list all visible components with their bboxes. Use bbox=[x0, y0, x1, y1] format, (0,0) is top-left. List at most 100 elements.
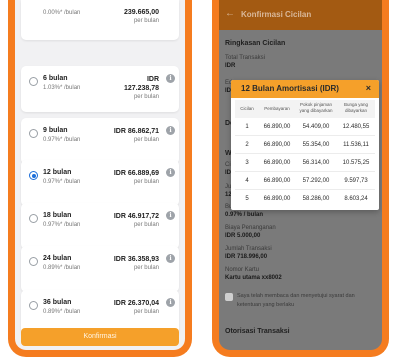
option-tenor: 12 bulan bbox=[43, 169, 72, 176]
option-tenor: 24 bulan bbox=[43, 255, 72, 262]
cell-bunga: 8.603,24 bbox=[344, 196, 368, 202]
radio-button[interactable] bbox=[29, 214, 38, 223]
option-amount: 239.665,00 bbox=[123, 9, 159, 16]
right-phone-screen: ← Konfirmasi Cicilan Ringkasan Cicilan T… bbox=[212, 0, 389, 357]
header-pembayaran: Pembayaran bbox=[264, 106, 290, 111]
info-icon[interactable]: i bbox=[166, 298, 175, 307]
page-title: Konfirmasi Cicilan bbox=[241, 10, 312, 19]
option-rate: 1.03%* /bulan bbox=[43, 85, 81, 91]
option-amount: 127.238,78 bbox=[123, 85, 159, 92]
table-row: 3 66.890,00 56.314,00 10.575,25 bbox=[235, 154, 375, 172]
header-pokok: Pokok pinjaman yang dibayarkan bbox=[299, 102, 333, 113]
cell-pokok: 57.292,00 bbox=[302, 178, 330, 184]
header-bunga: Bunga yang dibayarkan bbox=[343, 102, 369, 113]
option-amount: IDR 66.889,69 bbox=[113, 170, 159, 177]
radio-button-selected[interactable] bbox=[29, 171, 38, 180]
cell-bunga: 11.536,11 bbox=[343, 142, 369, 148]
info-icon[interactable]: i bbox=[166, 211, 175, 220]
radio-button[interactable] bbox=[29, 257, 38, 266]
close-icon[interactable]: × bbox=[366, 83, 371, 93]
cell-pokok: 54.409,00 bbox=[302, 124, 330, 130]
ci-label: Ci bbox=[225, 162, 231, 168]
cell-pembayaran: 66.890,00 bbox=[263, 196, 291, 202]
cell-pokok: 58.286,00 bbox=[302, 196, 330, 202]
cell-pokok: 55.354,00 bbox=[302, 142, 330, 148]
option-tenor: 6 bulan bbox=[43, 75, 68, 82]
option-per: per bulan bbox=[133, 137, 159, 143]
installment-option-9[interactable]: 9 bulan 0.97%* /bulan IDR 86.862,71 per … bbox=[21, 118, 179, 164]
table-row: 5 66.890,00 58.286,00 8.603,24 bbox=[235, 190, 375, 208]
radio-button[interactable] bbox=[29, 129, 38, 138]
option-amount: IDR 46.917,72 bbox=[113, 213, 159, 220]
table-row: 2 66.890,00 55.354,00 11.536,11 bbox=[235, 136, 375, 154]
installment-option-18[interactable]: 18 bulan 0.97%* /bulan IDR 46.917,72 per… bbox=[21, 203, 179, 249]
table-row: 4 66.890,00 57.292,00 9.597,73 bbox=[235, 172, 375, 190]
jumlah-label: Jumlah Transaksi bbox=[225, 246, 272, 252]
option-per: per bulan bbox=[133, 265, 159, 271]
radio-button[interactable] bbox=[29, 77, 38, 86]
info-icon[interactable]: i bbox=[166, 168, 175, 177]
option-rate: 0.97%* /bulan bbox=[43, 137, 81, 143]
option-per: per bulan bbox=[133, 18, 159, 24]
summary-heading: Ringkasan Cicilan bbox=[225, 40, 286, 47]
info-icon[interactable]: i bbox=[166, 126, 175, 135]
agree-label: Saya telah membaca dan menyetujui syarat… bbox=[237, 293, 355, 308]
cell-cicilan: 1 bbox=[245, 124, 249, 130]
option-tenor: 18 bulan bbox=[43, 212, 72, 219]
option-tenor: 9 bulan bbox=[43, 127, 68, 134]
cell-pembayaran: 66.890,00 bbox=[263, 160, 291, 166]
arrow-left-icon[interactable]: ← bbox=[225, 8, 235, 19]
option-rate: 0.89%* /bulan bbox=[43, 265, 81, 271]
cell-pembayaran: 66.890,00 bbox=[263, 178, 291, 184]
stage: 0.00%* /bulan 239.665,00 per bulan 6 bul… bbox=[0, 0, 393, 357]
cell-pembayaran: 66.890,00 bbox=[263, 124, 291, 130]
confirm-button[interactable]: Konfirmasi bbox=[21, 328, 179, 346]
app-bar: ← Konfirmasi Cicilan bbox=[219, 0, 382, 30]
cell-bunga: 10.575,25 bbox=[342, 160, 370, 166]
option-per: per bulan bbox=[133, 179, 159, 185]
cell-cicilan: 2 bbox=[245, 142, 249, 148]
cell-pokok: 56.314,00 bbox=[302, 160, 330, 166]
option-rate: 0.97%* /bulan bbox=[43, 179, 81, 185]
card-label: Nomor Kartu bbox=[225, 267, 260, 273]
radio-button[interactable] bbox=[29, 301, 38, 310]
cell-pembayaran: 66.890,00 bbox=[263, 142, 291, 148]
option-amount: IDR 86.862,71 bbox=[113, 128, 159, 135]
option-per: per bulan bbox=[133, 94, 159, 100]
table-header: Cicilan Pembayaran Pokok pinjaman yang d… bbox=[235, 100, 375, 118]
cell-cicilan: 3 bbox=[245, 160, 249, 166]
otorisasi-heading: Otorisasi Transaksi bbox=[225, 328, 290, 335]
cell-cicilan: 4 bbox=[245, 178, 249, 184]
fee-label: Biaya Penanganan bbox=[225, 225, 276, 231]
info-icon[interactable]: i bbox=[166, 74, 175, 83]
header-cicilan: Cicilan bbox=[240, 106, 254, 111]
option-rate: 0.97%* /bulan bbox=[43, 222, 81, 228]
fee-value: IDR 5.000,00 bbox=[225, 233, 261, 239]
option-currency: IDR bbox=[146, 76, 159, 83]
modal-title: 12 Bulan Amortisasi (IDR) bbox=[241, 84, 339, 93]
total-prefix: IDR bbox=[225, 63, 236, 69]
table-row: 1 66.890,00 54.409,00 12.480,55 bbox=[235, 118, 375, 136]
option-per: per bulan bbox=[133, 309, 159, 315]
option-rate: 0.89%* /bulan bbox=[43, 309, 81, 315]
option-per: per bulan bbox=[133, 222, 159, 228]
cell-bunga: 12.480,55 bbox=[342, 124, 370, 130]
agree-checkbox[interactable] bbox=[225, 293, 233, 301]
cell-bunga: 9.597,73 bbox=[344, 178, 368, 184]
option-rate: 0.00%* /bulan bbox=[43, 10, 81, 16]
installment-option-12[interactable]: 12 bulan 0.97%* /bulan IDR 66.889,69 per… bbox=[21, 160, 179, 206]
total-label: Total Transaksi bbox=[225, 55, 266, 61]
amortization-modal: 12 Bulan Amortisasi (IDR) × Cicilan Pemb… bbox=[231, 80, 379, 210]
installment-option-first[interactable]: 0.00%* /bulan 239.665,00 per bulan bbox=[21, 0, 179, 40]
card-value: Kartu utama xx8002 bbox=[225, 275, 282, 281]
option-tenor: 36 bulan bbox=[43, 299, 72, 306]
left-phone-screen: 0.00%* /bulan 239.665,00 per bulan 6 bul… bbox=[8, 0, 192, 357]
option-amount: IDR 36.358,93 bbox=[113, 256, 159, 263]
modal-header: 12 Bulan Amortisasi (IDR) × bbox=[231, 80, 379, 98]
info-icon[interactable]: i bbox=[166, 254, 175, 263]
cell-cicilan: 5 bbox=[245, 196, 249, 202]
jumlah-value: IDR 718.996,00 bbox=[225, 254, 268, 260]
installment-option-6[interactable]: 6 bulan 1.03%* /bulan IDR 127.238,78 per… bbox=[21, 66, 179, 112]
installment-option-24[interactable]: 24 bulan 0.89%* /bulan IDR 36.358,93 per… bbox=[21, 246, 179, 292]
bunga-value: 0.97% / bulan bbox=[225, 212, 264, 218]
